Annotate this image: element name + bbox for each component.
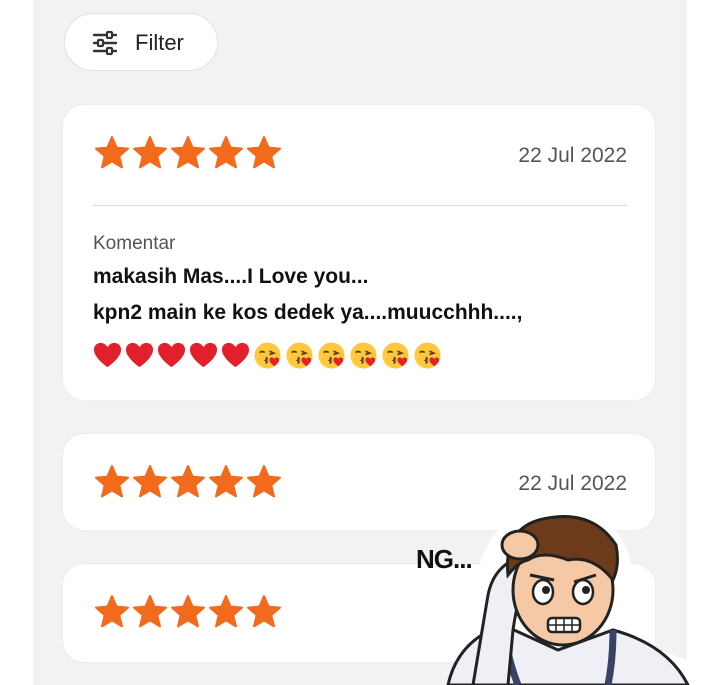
confused-boy-sticker xyxy=(446,507,719,685)
face-blowing-kiss-icon xyxy=(414,342,441,369)
star-icon xyxy=(171,136,205,169)
star-icon xyxy=(133,595,167,628)
heart-emoji-icon xyxy=(157,342,186,368)
review-date: 22 Jul 2022 xyxy=(518,472,627,495)
star-icon xyxy=(171,595,205,628)
heart-emoji-icon xyxy=(221,342,250,368)
star-icon xyxy=(209,136,243,169)
face-blowing-kiss-icon xyxy=(254,342,281,369)
star-icon xyxy=(95,595,129,628)
comment-text: kpn2 main ke kos dedek ya....muucchhh...… xyxy=(93,301,523,324)
review-date: 22 Jul 2022 xyxy=(518,144,627,167)
face-blowing-kiss-icon xyxy=(350,342,377,369)
heart-emoji-icon xyxy=(93,342,122,368)
star-rating xyxy=(94,594,282,630)
star-icon xyxy=(133,136,167,169)
star-icon xyxy=(247,595,281,628)
star-icon xyxy=(133,465,167,498)
star-icon xyxy=(247,136,281,169)
emoji-row xyxy=(93,341,442,370)
star-rating xyxy=(94,135,282,171)
face-blowing-kiss-icon xyxy=(318,342,345,369)
star-icon xyxy=(209,465,243,498)
heart-emoji-icon xyxy=(189,342,218,368)
divider xyxy=(93,205,627,206)
comment-text: makasih Mas....I Love you... xyxy=(93,265,369,288)
filter-button[interactable]: Filter xyxy=(64,13,218,71)
star-icon xyxy=(247,465,281,498)
heart-emoji-icon xyxy=(125,342,154,368)
filter-label: Filter xyxy=(135,30,184,55)
star-rating xyxy=(94,464,282,500)
star-icon xyxy=(95,136,129,169)
comment-label: Komentar xyxy=(93,233,176,254)
face-blowing-kiss-icon xyxy=(286,342,313,369)
sticker-caption: NG... xyxy=(416,544,473,574)
star-icon xyxy=(95,465,129,498)
sliders-icon xyxy=(92,30,118,56)
star-icon xyxy=(171,465,205,498)
review-card: 22 Jul 2022 Komentar makasih Mas....I Lo… xyxy=(62,104,656,401)
face-blowing-kiss-icon xyxy=(382,342,409,369)
star-icon xyxy=(209,595,243,628)
